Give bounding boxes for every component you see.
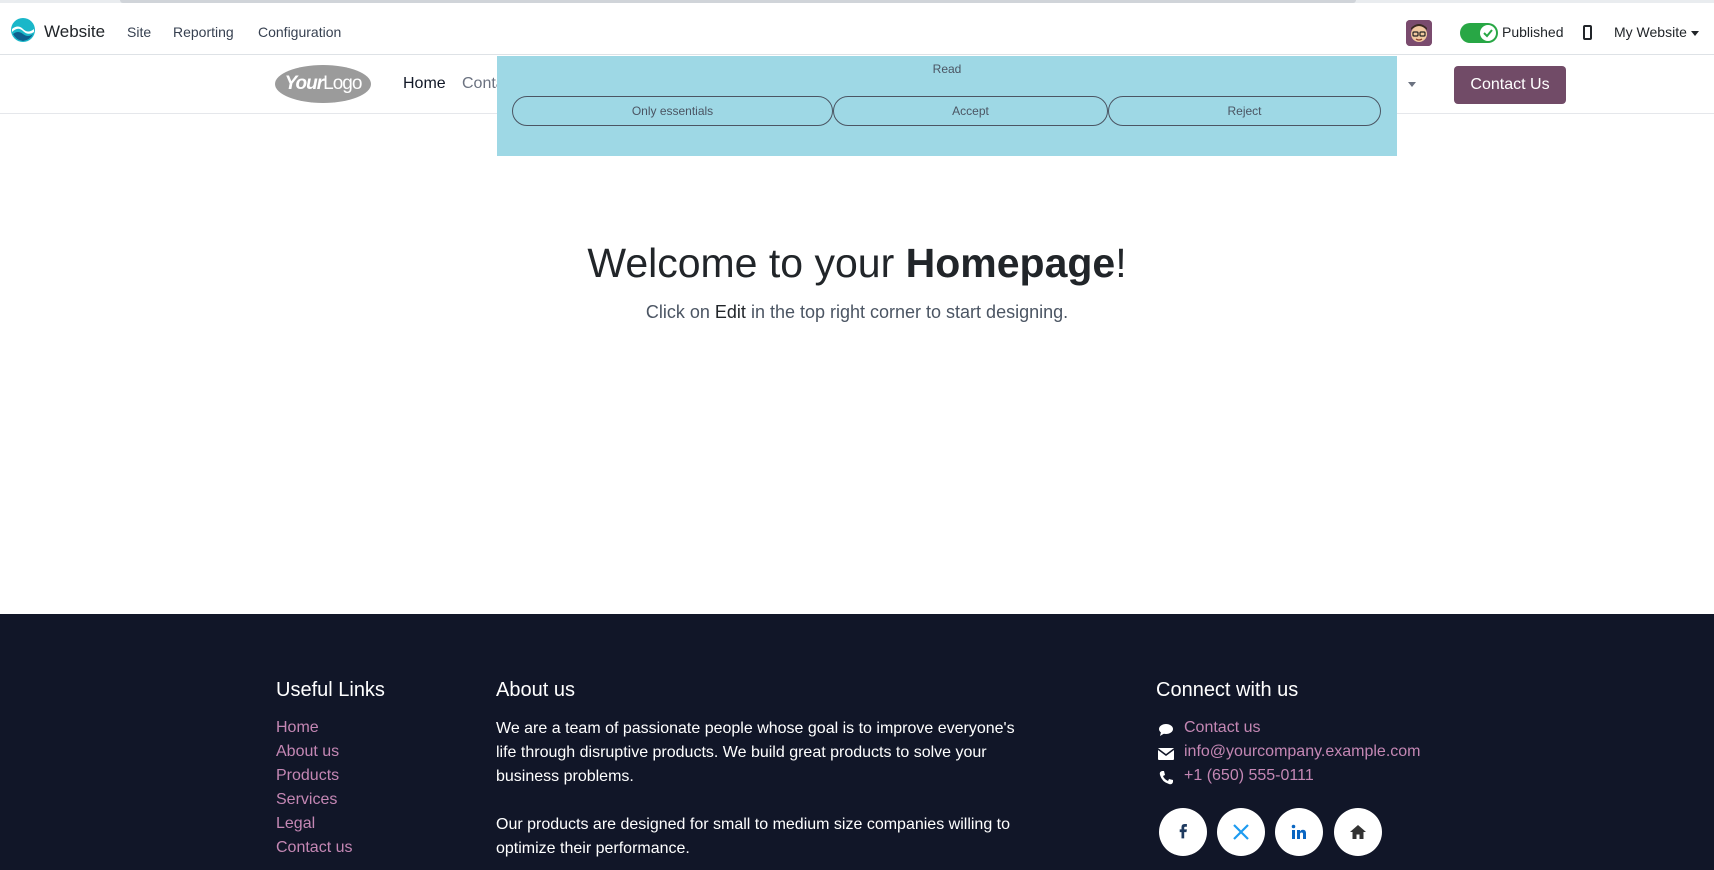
footer-phone-link[interactable]: +1 (650) 555-0111 [1184,767,1314,785]
about-line-3: business problems. [496,768,634,785]
hero-subtitle-prefix: Click on [645,302,715,322]
hero-title-prefix: Welcome to your [587,240,906,286]
social-website-button[interactable] [1334,808,1382,856]
footer-link-about[interactable]: About us [276,743,339,761]
footer-email-link[interactable]: info@yourcompany.example.com [1184,743,1421,761]
linkedin-icon [1291,824,1306,839]
cookie-banner: Read Only essentials Accept Reject [497,56,1397,156]
hero-title-suffix: ! [1115,240,1127,286]
home-icon [1350,825,1366,839]
avatar-face-icon [1406,20,1432,46]
website-app-icon[interactable] [10,17,36,43]
hero-title: Welcome to your Homepage! [0,240,1650,287]
facebook-icon [1179,824,1187,839]
about-line-4: Our products are designed for small to m… [496,816,1011,833]
social-x-button[interactable] [1217,808,1265,856]
nav-home[interactable]: Home [403,75,446,93]
x-twitter-icon [1233,824,1249,840]
admin-navbar: Website Site Reporting Configuration Pub… [0,3,1714,55]
chevron-down-icon [1408,81,1417,87]
cookie-banner-text: Read [932,62,962,76]
page: Website Site Reporting Configuration Pub… [0,0,1714,870]
about-line-2: life through disruptive products. We bui… [496,744,987,761]
logo-text: Logo [323,73,362,94]
app-name[interactable]: Website [44,22,105,42]
about-line-1: We are a team of passionate people whose… [496,720,1015,737]
website-selector[interactable]: My Website [1614,24,1699,40]
hero-title-bold: Homepage [905,240,1116,286]
footer-link-home[interactable]: Home [276,719,319,737]
useful-links-heading: Useful Links [276,679,385,701]
about-line-5: optimize their performance. [496,840,690,857]
footer-link-contact[interactable]: Contact us [276,839,352,857]
footer-contact-us-link[interactable]: Contact us [1184,719,1260,737]
logo-text-bold: Your [284,73,325,94]
menu-site[interactable]: Site [127,24,151,40]
phone-icon [1158,770,1174,786]
website-selector-label: My Website [1614,24,1687,40]
check-icon [1483,29,1493,38]
hero-subtitle-edit: Edit [714,302,746,322]
published-label[interactable]: Published [1502,24,1564,40]
site-logo[interactable]: Your Logo [275,65,371,103]
connect-heading: Connect with us [1156,679,1299,701]
only-essentials-button[interactable]: Only essentials [512,96,833,126]
accept-button[interactable]: Accept [833,96,1108,126]
toggle-knob [1480,25,1496,41]
reject-button[interactable]: Reject [1108,96,1381,126]
chevron-down-icon [1690,30,1699,36]
user-avatar[interactable] [1406,20,1432,46]
footer-link-products[interactable]: Products [276,767,339,785]
about-heading: About us [496,679,575,701]
comment-icon [1158,722,1174,738]
envelope-icon [1158,746,1174,762]
footer-link-legal[interactable]: Legal [276,815,315,833]
hero-subtitle-suffix: in the top right corner to start designi… [745,302,1069,322]
social-facebook-button[interactable] [1159,808,1207,856]
social-linkedin-button[interactable] [1275,808,1323,856]
contact-us-button[interactable]: Contact Us [1454,66,1566,104]
published-toggle[interactable] [1460,23,1498,43]
menu-reporting[interactable]: Reporting [173,24,234,40]
footer-link-services[interactable]: Services [276,791,337,809]
mobile-preview-icon[interactable] [1583,25,1592,40]
menu-configuration[interactable]: Configuration [258,24,341,40]
hero-subtitle: Click on Edit in the top right corner to… [0,302,1650,323]
